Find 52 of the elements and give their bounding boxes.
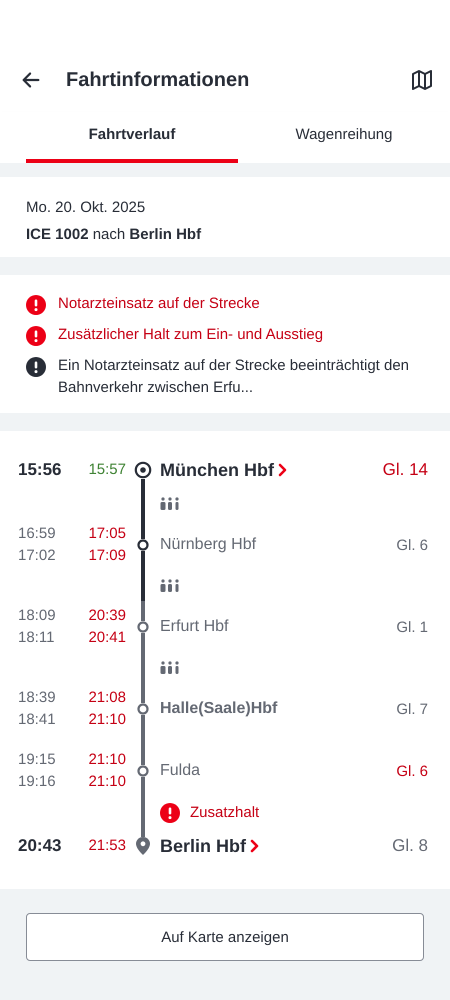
disruption-message: Notarzteinsatz auf der Strecke [58, 294, 260, 314]
origin-target-icon [134, 461, 152, 479]
station-name: Nürnberg Hbf [160, 536, 256, 554]
actual-time: 21:08 [88, 688, 126, 708]
platform-label: Gl. 7 [396, 700, 428, 718]
station-name: Erfurt Hbf [160, 618, 228, 636]
chevron-right-icon[interactable] [250, 839, 260, 853]
actual-time: 20:39 [88, 606, 126, 626]
page-title: Fahrtinformationen [66, 68, 250, 92]
planned-time: 15:56 [18, 460, 62, 480]
actual-time: 21:10 [88, 750, 126, 770]
planned-time: 18:41 [18, 710, 56, 730]
disruption-message: Ein Notarzteinsatz auf der Strecke beeinträchtigt den Bahnverkehr zwischen Erfu... [58, 356, 410, 398]
planned-time: 18:09 [18, 606, 56, 626]
platform-label: Gl. 6 [396, 762, 428, 780]
disruption-message: Zusätzlicher Halt zum Ein- und Ausstieg [58, 325, 324, 345]
station-name: Fulda [160, 762, 200, 780]
tab[interactable]: Wagenreihung [238, 112, 450, 163]
planned-time: 20:43 [18, 836, 62, 856]
actual-time: 21:10 [88, 772, 126, 792]
planned-time: 17:02 [18, 546, 56, 566]
planned-time: 19:16 [18, 772, 56, 792]
occupancy-icon [160, 497, 180, 511]
map-icon[interactable] [410, 68, 434, 92]
actual-time: 17:09 [88, 546, 126, 566]
occupancy-icon [160, 579, 180, 593]
actual-time: 15:57 [88, 460, 126, 480]
exclamation-icon [160, 803, 180, 823]
exclamation-icon [26, 295, 46, 315]
planned-time: 16:59 [18, 524, 56, 544]
platform-label: Gl. 1 [396, 618, 428, 636]
actual-time: 17:05 [88, 524, 126, 544]
chevron-right-icon[interactable] [278, 463, 288, 477]
planned-time: 19:15 [18, 750, 56, 770]
actual-time: 21:53 [88, 836, 126, 856]
actual-time: 21:10 [88, 710, 126, 730]
trip-date: Mo. 20. Okt. 2025 [26, 199, 146, 216]
platform-label: Gl. 14 [382, 460, 428, 480]
exclamation-icon [26, 326, 46, 346]
station-name[interactable]: München Hbf [160, 460, 274, 480]
station-name: Halle(Saale)Hbf [160, 700, 278, 718]
station-name[interactable]: Berlin Hbf [160, 836, 246, 856]
extra-stop-notice: Zusatzhalt [190, 804, 260, 820]
platform-label: Gl. 6 [396, 536, 428, 554]
actual-time: 20:41 [88, 628, 126, 648]
occupancy-icon [160, 661, 180, 675]
platform-label: Gl. 8 [392, 836, 428, 856]
exclamation-icon [26, 357, 46, 377]
train-destination: ICE 1002 nach Berlin Hbf [26, 226, 202, 243]
planned-time: 18:39 [18, 688, 56, 708]
planned-time: 18:11 [18, 628, 54, 648]
show-on-map-button[interactable]: Auf Karte anzeigen [26, 913, 424, 961]
